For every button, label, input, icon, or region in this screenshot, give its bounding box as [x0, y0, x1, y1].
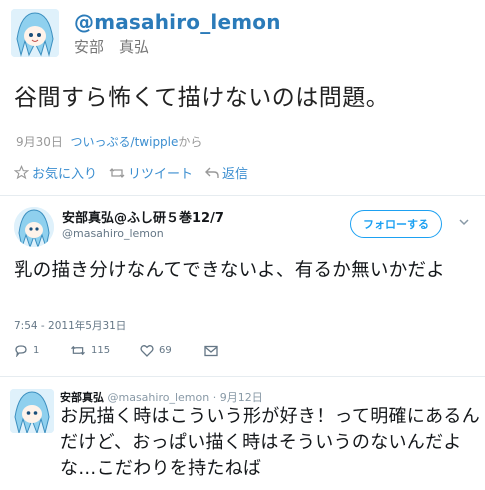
tweet-actions: 1 115 69: [14, 344, 218, 357]
via-link[interactable]: ついっぷる/twipple: [71, 135, 179, 149]
follow-button[interactable]: フォローする: [350, 210, 442, 238]
tweet-timestamp[interactable]: 7:54 - 2011年5月31日: [14, 318, 126, 333]
via-suffix: から: [178, 135, 203, 149]
reply-button[interactable]: 1: [14, 344, 70, 357]
reply-button[interactable]: 返信: [205, 163, 248, 182]
retweet-label: リツイート: [128, 167, 194, 182]
tweet-date[interactable]: 9月30日: [16, 135, 63, 149]
heart-icon: [140, 344, 154, 357]
user-display-name[interactable]: 安部真弘: [60, 391, 104, 404]
tweet-text: 谷間すら怖くて描けないのは問題。: [14, 85, 390, 111]
tweet-header: 安部真弘 @masahiro_lemon · 9月12日: [60, 389, 263, 405]
divider: [0, 376, 485, 377]
avatar[interactable]: [14, 207, 54, 247]
retweet-icon: [109, 167, 125, 178]
retweet-count: 115: [91, 345, 111, 356]
retweet-button[interactable]: 115: [70, 344, 140, 357]
retweet-button[interactable]: リツイート: [109, 163, 193, 182]
user-handle-date[interactable]: @masahiro_lemon · 9月12日: [108, 391, 263, 404]
reply-count: 1: [33, 345, 40, 356]
user-display-name: 安部 真弘: [74, 38, 150, 56]
retweet-icon: [71, 345, 85, 356]
favorite-label: お気に入り: [32, 167, 98, 182]
star-icon: [14, 165, 29, 180]
chevron-down-icon[interactable]: [459, 217, 469, 227]
reply-label: 返信: [222, 167, 249, 182]
like-count: 69: [159, 345, 172, 356]
avatar[interactable]: [10, 389, 54, 433]
tweet-meta: 9月30日 ついっぷる/twippleから: [16, 133, 202, 150]
tweet-text: お尻描く時はこういう形が好き！って明確にあるんだけど、おっぱい描く時はそういうの…: [60, 406, 480, 479]
message-button[interactable]: [204, 345, 218, 357]
avatar[interactable]: [11, 9, 59, 57]
message-icon: [204, 345, 218, 356]
user-handle[interactable]: @masahiro_lemon: [62, 227, 164, 240]
user-display-name[interactable]: 安部真弘@ふし研５巻12/7: [62, 207, 224, 226]
comment-icon: [15, 345, 27, 357]
reply-icon: [205, 167, 219, 178]
tweet-actions: お気に入り リツイート 返信: [14, 163, 260, 182]
like-button[interactable]: 69: [140, 344, 204, 357]
favorite-button[interactable]: お気に入り: [14, 163, 97, 182]
divider: [0, 195, 485, 196]
user-handle[interactable]: @masahiro_lemon: [74, 10, 281, 34]
tweet-text: 乳の描き分けなんてできないよ、有るか無いかだよ: [14, 260, 446, 281]
